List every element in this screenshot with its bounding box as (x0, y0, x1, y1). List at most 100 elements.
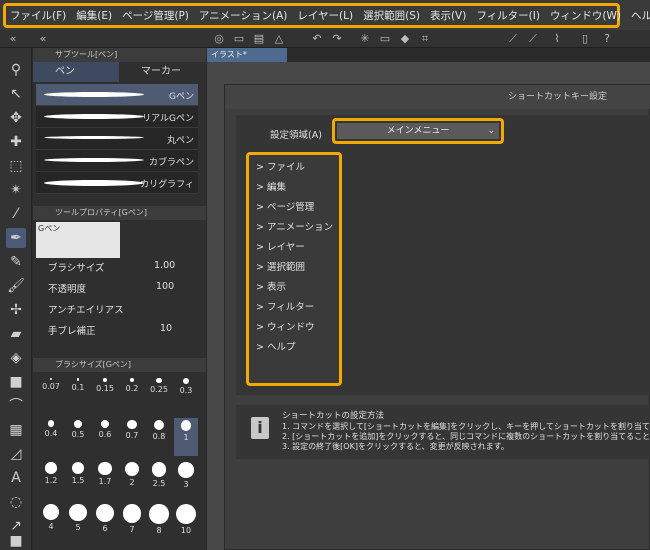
balloon-tool-icon[interactable]: ◌ (6, 492, 26, 512)
category-item-selection[interactable]: > 選択範囲 (252, 258, 336, 278)
brush-tool-icon[interactable]: 🖌 (6, 276, 26, 296)
brush-size-option[interactable]: 5 (66, 502, 90, 540)
collapse-left-icon[interactable]: « (6, 32, 20, 46)
fill-tool-icon[interactable]: ◈ (6, 348, 26, 368)
category-item-edit[interactable]: > 編集 (252, 178, 336, 198)
menu-filter[interactable]: フィルター(I) (476, 8, 540, 23)
redo-icon[interactable]: ↷ (330, 32, 344, 46)
stabilization-row[interactable]: 手ブレ補正 10 (36, 323, 196, 343)
brush-size-label: 4 (48, 522, 54, 532)
brush-size-option[interactable]: 1.7 (93, 460, 117, 498)
snap-icon[interactable]: ⟋ (506, 32, 520, 46)
menu-view[interactable]: 表示(V) (430, 8, 466, 23)
brush-size-dot (156, 378, 162, 384)
gradient-tool-icon[interactable]: ■ (6, 372, 26, 392)
snap-special-icon[interactable]: ⌇ (550, 32, 564, 46)
antialias-row[interactable]: アンチエイリアス (36, 302, 196, 322)
brush-item-real-gpen[interactable]: リアルGペン (36, 106, 198, 128)
zoom-tool-icon[interactable]: ⚲ (6, 60, 26, 80)
brush-size-option[interactable]: 0.2 (120, 376, 144, 414)
tab-pen[interactable]: ペン (33, 62, 119, 82)
help-icon[interactable]: ? (600, 32, 614, 46)
brush-size-option[interactable]: 1.2 (39, 460, 63, 498)
brush-size-option[interactable]: 1.5 (66, 460, 90, 498)
warning-icon[interactable]: △ (272, 32, 286, 46)
menu-help[interactable]: ヘルプ(H) (631, 8, 650, 23)
brush-size-option[interactable]: 10 (174, 502, 198, 540)
color-swatch-icon[interactable]: ■ (6, 534, 26, 548)
menu-file[interactable]: ファイル(F) (10, 8, 66, 23)
airbrush-tool-icon[interactable]: ✢ (6, 300, 26, 320)
brush-size-label: 5 (75, 523, 81, 533)
undo-icon[interactable]: ↶ (310, 32, 324, 46)
tool-strip: ⚲ ↖ ✥ ✚ ⬚ ✴ ⁄ ✒ ✎ 🖌 ✢ ▰ ◈ ■ ⌒ ▦ ◿ A ◌ ↗ … (0, 48, 32, 550)
brush-item-gpen[interactable]: Gペン (36, 84, 198, 106)
brush-size-option[interactable]: 0.3 (174, 376, 198, 414)
menu-edit[interactable]: 編集(E) (76, 8, 112, 23)
fill-icon[interactable]: ◆ (398, 32, 412, 46)
ruler-tool-icon[interactable]: ◿ (6, 444, 26, 464)
ruler-icon[interactable]: ⟋ (526, 32, 540, 46)
pen-tool-icon[interactable]: ✒ (6, 228, 26, 248)
category-item-page[interactable]: > ページ管理 (252, 198, 336, 218)
brush-size-option[interactable]: 0.6 (93, 418, 117, 456)
brush-size-option[interactable]: 7 (120, 502, 144, 540)
brush-size-option[interactable]: 0.8 (147, 418, 171, 456)
brush-size-option[interactable]: 0.15 (93, 376, 117, 414)
new-file-icon[interactable]: ▭ (232, 32, 246, 46)
setting-area-dropdown[interactable]: メインメニュー ⌄ (337, 123, 499, 139)
brush-size-option[interactable]: 8 (147, 502, 171, 540)
brush-size-dot (76, 378, 80, 381)
category-item-file[interactable]: > ファイル (252, 158, 336, 178)
eraser-tool-icon[interactable]: ▰ (6, 324, 26, 344)
brush-size-option[interactable]: 0.5 (66, 418, 90, 456)
frame-tool-icon[interactable]: ▦ (6, 420, 26, 440)
category-item-animation[interactable]: > アニメーション (252, 218, 336, 238)
menu-layer[interactable]: レイヤー(L) (297, 8, 353, 23)
brush-item-round-pen[interactable]: 丸ペン (36, 128, 198, 150)
brush-size-option[interactable]: 3 (174, 460, 198, 498)
brush-size-option[interactable]: 0.7 (120, 418, 144, 456)
tab-marker[interactable]: マーカー (119, 62, 206, 82)
open-folder-icon[interactable]: ▤ (252, 32, 266, 46)
figure-tool-icon[interactable]: ⌒ (6, 396, 26, 416)
eyedropper-icon[interactable]: ⁄ (6, 204, 26, 224)
smartphone-icon[interactable]: ▯ (578, 32, 592, 46)
brush-size-option[interactable]: 0.1 (66, 376, 90, 414)
menu-page-management[interactable]: ページ管理(P) (122, 8, 189, 23)
category-item-layer[interactable]: > レイヤー (252, 238, 336, 258)
category-item-help[interactable]: > ヘルプ (252, 338, 336, 358)
brush-item-kabura-pen[interactable]: カブラペン (36, 150, 198, 172)
move-tool-icon[interactable]: ✚ (6, 132, 26, 152)
menu-selection[interactable]: 選択範囲(S) (363, 8, 420, 23)
brush-size-option[interactable]: 1 (174, 418, 198, 456)
opacity-row[interactable]: 不透明度 100 (36, 281, 196, 301)
brush-size-option[interactable]: 4 (39, 502, 63, 540)
brush-size-option[interactable]: 2 (120, 460, 144, 498)
operation-tool-icon[interactable]: ↖ (6, 84, 26, 104)
loading-icon[interactable]: ✳ (358, 32, 372, 46)
brush-size-dot (103, 378, 107, 382)
collapse-right-icon[interactable]: « (36, 32, 50, 46)
layer-move-icon[interactable]: ✥ (6, 108, 26, 128)
brush-size-option[interactable]: 0.4 (39, 418, 63, 456)
logo-icon[interactable]: ◎ (212, 32, 226, 46)
brush-item-calligraphy[interactable]: カリグラフィ (36, 172, 198, 194)
brush-size-option[interactable]: 0.25 (147, 376, 171, 414)
text-tool-icon[interactable]: A (6, 468, 26, 488)
crop-icon[interactable]: ⌗ (418, 32, 432, 46)
category-item-view[interactable]: > 表示 (252, 278, 336, 298)
category-item-filter[interactable]: > フィルター (252, 298, 336, 318)
pencil-tool-icon[interactable]: ✎ (6, 252, 26, 272)
brush-size-option[interactable]: 6 (93, 502, 117, 540)
selection-tool-icon[interactable]: ⬚ (6, 156, 26, 176)
brush-size-option[interactable]: 2.5 (147, 460, 171, 498)
menu-window[interactable]: ウィンドウ(W) (550, 8, 621, 23)
category-item-window[interactable]: > ウィンドウ (252, 318, 336, 338)
clear-icon[interactable]: ▭ (378, 32, 392, 46)
document-tab[interactable]: イラスト* (207, 48, 287, 62)
brush-size-row[interactable]: ブラシサイズ 1.00 (36, 260, 196, 280)
menu-animation[interactable]: アニメーション(A) (199, 8, 287, 23)
auto-select-icon[interactable]: ✴ (6, 180, 26, 200)
brush-size-option[interactable]: 0.07 (39, 376, 63, 414)
